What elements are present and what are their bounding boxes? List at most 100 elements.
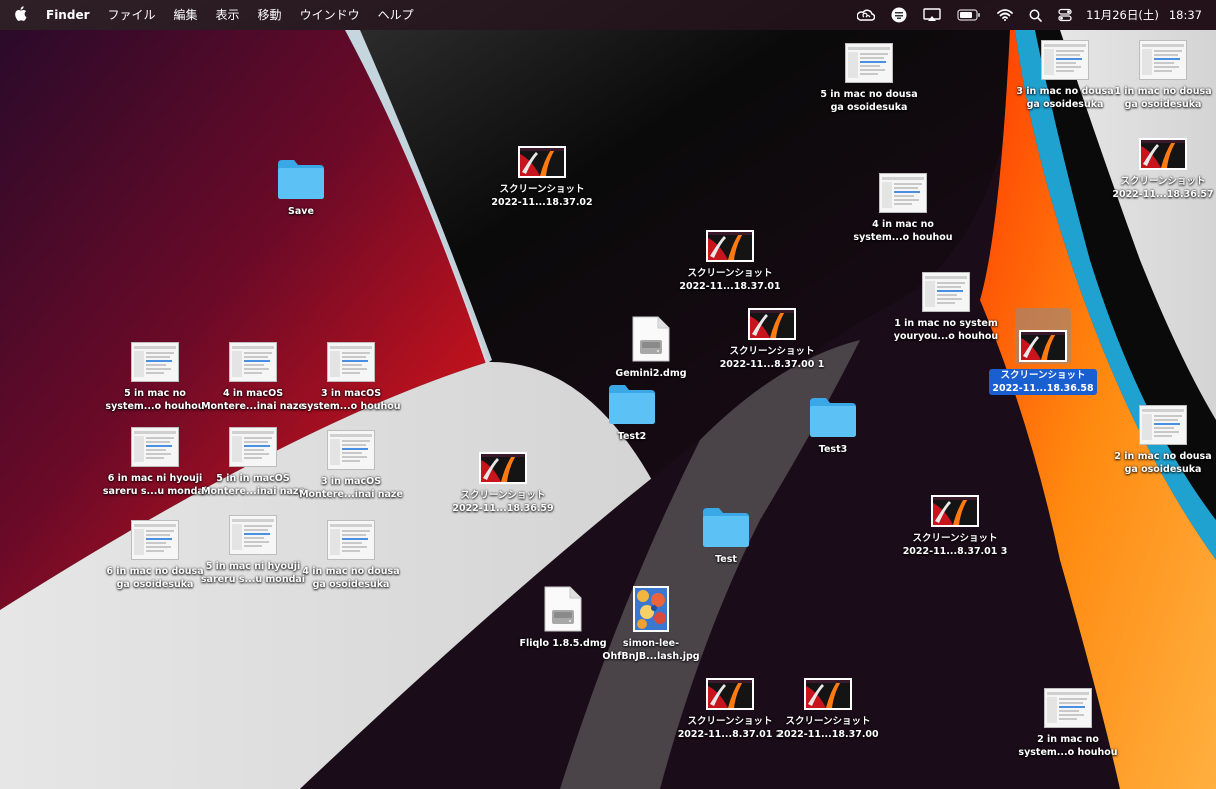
desktop-file-item[interactable]: スクリーンショット 2022-11...18.36.57 xyxy=(1108,118,1216,201)
desktop-item-label: 6 in mac no dousa ga osoidesuka xyxy=(106,565,203,591)
desktop-item-label: Test2 xyxy=(618,430,646,443)
desktop-file-item[interactable]: 1 in mac no system youryou...o houhou xyxy=(891,260,1001,343)
desktop-item-label: 5 in mac no dousa ga osoidesuka xyxy=(820,88,917,114)
desktop-folder-item[interactable]: Test xyxy=(671,496,781,566)
label-line: 2022-11...18.36.59 xyxy=(452,503,554,514)
menu-app-finder[interactable]: Finder xyxy=(37,0,99,30)
desktop-file-item[interactable]: スクリーンショット 2022-11...18.37.02 xyxy=(487,126,597,209)
desktop-file-item[interactable]: 5 in mac no system...o houhou xyxy=(100,330,210,413)
desktop-folder-item[interactable]: Save xyxy=(246,148,356,218)
desktop-item-label: スクリーンショット 2022-11...8.37.01 3 xyxy=(903,532,1008,558)
label-line: 2022-11...18.37.00 xyxy=(777,729,879,740)
battery-icon[interactable] xyxy=(949,0,989,30)
desktop-file-item[interactable]: スクリーンショット 2022-11...18.37.01 xyxy=(675,210,785,293)
label-line: 2022-11...18.36.57 xyxy=(1112,189,1214,200)
screenshot-icon xyxy=(804,658,852,710)
desktop-item-label: 3 in mac no dousa ga osoidesuka xyxy=(1016,85,1113,111)
doc-icon xyxy=(131,415,179,467)
desktop-folder-item[interactable]: Test3 xyxy=(778,386,888,456)
user-switch-icon[interactable] xyxy=(883,0,915,30)
label-line: 5 in mac no dousa xyxy=(820,89,918,100)
desktop-file-item[interactable]: 4 in mac no dousa ga osoidesuka xyxy=(296,508,406,591)
folder-icon xyxy=(607,373,657,425)
label-line: 5 in mac ni hyouji xyxy=(205,561,301,572)
label-line: Test3 xyxy=(818,444,848,455)
folder-icon xyxy=(701,496,751,548)
control-center-icon[interactable] xyxy=(1050,0,1080,30)
desktop-item-label: 2 in mac no dousa ga osoidesuka xyxy=(1114,450,1211,476)
screenshot-icon xyxy=(931,475,979,527)
creative-cloud-icon[interactable] xyxy=(849,0,883,30)
desktop-file-item[interactable]: 4 in macOS Montere...inai naze xyxy=(198,330,308,413)
label-line: スクリーンショット xyxy=(785,716,871,727)
label-line: 6 in mac ni hyouji xyxy=(107,473,203,484)
desktop-file-item[interactable]: 3 in mac no dousa ga osoidesuka xyxy=(1010,28,1120,111)
screenshot-icon xyxy=(1015,308,1071,364)
label-line: 2022-11...8.37.01 3 xyxy=(902,546,1008,557)
spotlight-search-icon[interactable] xyxy=(1021,0,1050,30)
desktop-file-item[interactable]: 5 in mac no dousa ga osoidesuka xyxy=(814,31,924,114)
desktop-file-item[interactable]: スクリーンショット 2022-11...18.36.59 xyxy=(448,432,558,515)
label-line: Test xyxy=(715,554,737,565)
clock-time[interactable]: 18:37 xyxy=(1165,8,1216,22)
label-line: スクリーンショット xyxy=(1120,176,1206,187)
desktop-item-label: スクリーンショット 2022-11...18.37.02 xyxy=(491,183,592,209)
label-line: スクリーンショット xyxy=(687,716,773,727)
desktop-item-label: スクリーンショット 2022-11...18.37.00 xyxy=(777,715,878,741)
doc-icon xyxy=(229,415,277,467)
doc-icon xyxy=(327,330,375,382)
desktop-file-item[interactable]: 6 in mac ni hyouji sareru s...u mondai xyxy=(100,415,210,498)
label-line: 5 in in macOS xyxy=(216,473,290,484)
desktop-file-item[interactable]: スクリーンショット 2022-11...8.37.00 1 xyxy=(717,288,827,371)
label-line: Fliqlo 1.8.5.dmg xyxy=(519,638,607,649)
desktop-file-item[interactable]: 2 in mac no dousa ga osoidesuka xyxy=(1108,393,1216,476)
desktop-item-label: 6 in mac ni hyouji sareru s...u mondai xyxy=(103,472,207,498)
desktop-file-item[interactable]: 5 in mac ni hyouji sareru s...u mondai xyxy=(198,503,308,586)
label-line: sareru s...u mondai xyxy=(200,574,306,585)
menu-view[interactable]: 表示 xyxy=(207,0,249,30)
desktop-item-label: 5 in mac no system...o houhou xyxy=(105,387,204,413)
label-line: simon-lee- xyxy=(622,638,680,649)
menu-help[interactable]: ヘルプ xyxy=(369,0,423,30)
desktop-file-item[interactable]: Gemini2.dmg xyxy=(596,310,706,380)
doc-icon xyxy=(131,330,179,382)
label-line: スクリーンショット xyxy=(729,346,815,357)
desktop-file-item[interactable]: スクリーンショット 2022-11...18.36.58 xyxy=(988,308,1098,395)
clock-date[interactable]: 11月26日(土) xyxy=(1080,7,1165,23)
label-line: 2022-11...18.37.02 xyxy=(491,197,593,208)
desktop-file-item[interactable]: 5 in in macOS Montere...inai naze xyxy=(198,415,308,498)
wifi-icon[interactable] xyxy=(989,0,1021,30)
screenshot-icon xyxy=(479,432,527,484)
screenshot-icon xyxy=(748,288,796,340)
desktop-file-item[interactable]: 4 in mac no system...o houhou xyxy=(848,161,958,244)
doc-icon xyxy=(131,508,179,560)
desktop-file-item[interactable]: 3 in macOS system...o houhou xyxy=(296,330,406,413)
desktop-item-label: 1 in mac no dousa ga osoidesuka xyxy=(1114,85,1211,111)
label-line: 4 in mac no xyxy=(872,219,934,230)
doc-icon xyxy=(1044,676,1092,728)
menu-file[interactable]: ファイル xyxy=(99,0,165,30)
desktop-file-item[interactable]: 1 in mac no dousa ga osoidesuka xyxy=(1108,28,1216,111)
menu-go[interactable]: 移動 xyxy=(249,0,291,30)
label-line: sareru s...u mondai xyxy=(102,486,208,497)
desktop-file-item[interactable]: 2 in mac no system...o houhou xyxy=(1013,676,1123,759)
label-line: Save xyxy=(288,206,314,217)
desktop-file-item[interactable]: 6 in mac no dousa ga osoidesuka xyxy=(100,508,210,591)
doc-icon xyxy=(229,503,277,555)
desktop-item-label: スクリーンショット 2022-11...8.37.00 1 xyxy=(720,345,825,371)
desktop-item-label: Save xyxy=(288,205,314,218)
desktop-file-item[interactable]: スクリーンショット 2022-11...8.37.01 3 xyxy=(900,475,1010,558)
menu-edit[interactable]: 編集 xyxy=(165,0,207,30)
screenshot-icon xyxy=(518,126,566,178)
desktop-file-item[interactable]: 3 in macOS Montere...inai naze xyxy=(296,418,406,501)
desktop-file-item[interactable]: simon-lee- OhfBnJB...lash.jpg xyxy=(596,580,706,663)
desktop-item-label: 1 in mac no system youryou...o houhou xyxy=(894,317,998,343)
desktop-folder-item[interactable]: Test2 xyxy=(577,373,687,443)
desktop-file-item[interactable]: スクリーンショット 2022-11...8.37.01 2 xyxy=(675,658,785,741)
apple-menu-icon[interactable] xyxy=(0,6,37,24)
desktop-item-label: Test xyxy=(715,553,737,566)
desktop-file-item[interactable]: スクリーンショット 2022-11...18.37.00 xyxy=(773,658,883,741)
desktop-item-label: スクリーンショット 2022-11...8.37.01 2 xyxy=(678,715,783,741)
menu-window[interactable]: ウインドウ xyxy=(291,0,369,30)
display-mirroring-icon[interactable] xyxy=(915,0,949,30)
